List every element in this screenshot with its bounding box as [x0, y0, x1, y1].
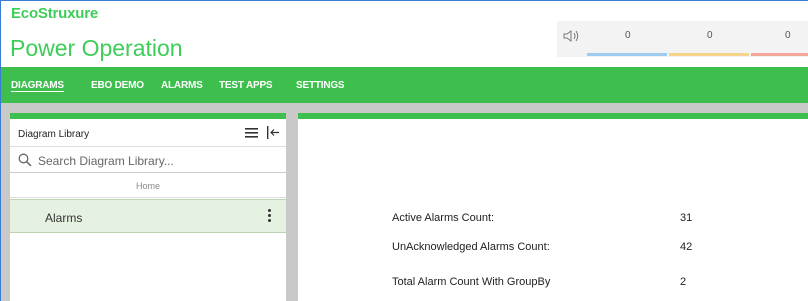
alarm-count-medium: 0: [707, 30, 713, 41]
nav-ebo-demo[interactable]: EBO DEMO: [91, 80, 144, 91]
alarm-count-low: 0: [625, 30, 631, 41]
alarm-bar-medium: [669, 53, 749, 56]
library-item-alarms[interactable]: Alarms: [10, 199, 286, 233]
unacknowledged-alarms-label: UnAcknowledged Alarms Count:: [392, 241, 550, 253]
nav-diagrams[interactable]: DIAGRAMS: [11, 80, 64, 91]
total-alarm-groupby-value: 2: [680, 276, 687, 288]
nav-alarms[interactable]: ALARMS: [161, 80, 203, 91]
library-title: Diagram Library: [18, 129, 90, 140]
main-nav: DIAGRAMS EBO DEMO ALARMS TEST APPS SETTI…: [1, 67, 808, 103]
more-options-icon[interactable]: [266, 209, 272, 225]
alarm-bar-high: [751, 53, 808, 56]
library-search: [10, 148, 286, 173]
nav-settings[interactable]: SETTINGS: [296, 80, 345, 91]
app-title: Power Operation: [10, 35, 183, 61]
search-icon: [18, 153, 32, 167]
menu-icon[interactable]: [245, 128, 258, 138]
collapse-panel-icon[interactable]: [266, 126, 280, 139]
total-alarm-groupby-label: Total Alarm Count With GroupBy: [392, 276, 551, 288]
diagram-library-panel: Diagram Library Home Alarms: [10, 113, 286, 301]
alarm-count-high: 0: [785, 30, 791, 41]
alarm-bar-low: [587, 53, 667, 56]
brand-logo: EcoStruxure: [11, 5, 98, 22]
active-alarms-label: Active Alarms Count:: [392, 212, 495, 224]
speaker-icon[interactable]: [563, 29, 581, 43]
diagram-view-panel: Active Alarms Count: 31 UnAcknowledged A…: [298, 113, 808, 301]
search-input[interactable]: [38, 151, 278, 170]
library-item-label: Alarms: [45, 211, 83, 225]
app-header: EcoStruxure Power Operation 0 0 0: [1, 1, 808, 67]
unacknowledged-alarms-value: 42: [680, 241, 693, 253]
brand-text: EcoStruxure: [11, 5, 98, 22]
nav-test-apps[interactable]: TEST APPS: [219, 80, 273, 91]
breadcrumb-home[interactable]: Home: [10, 174, 286, 198]
library-header: Diagram Library: [10, 119, 286, 147]
active-alarms-value: 31: [680, 212, 693, 224]
alarm-summary-strip[interactable]: 0 0 0: [557, 21, 808, 57]
